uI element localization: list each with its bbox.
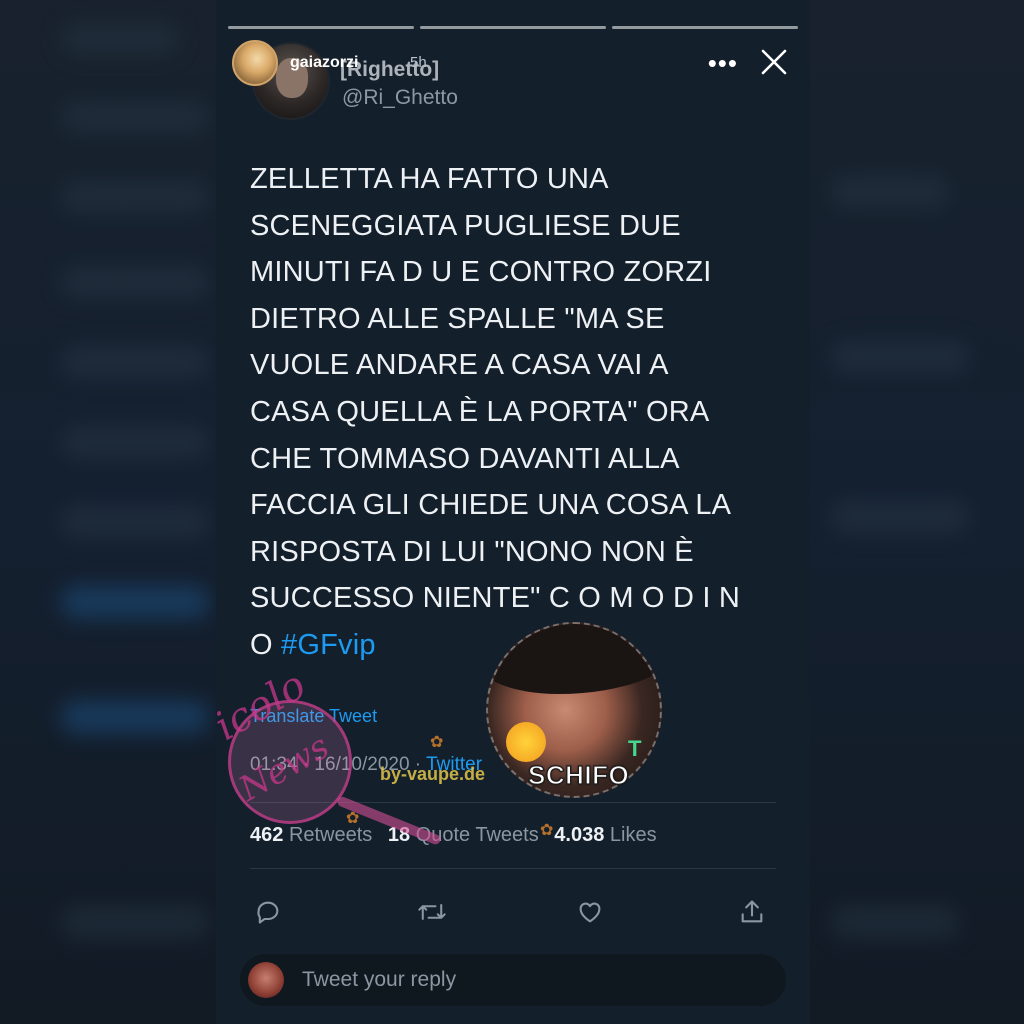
hashtag-link[interactable]: #GFvip — [281, 629, 376, 661]
blur-shape — [830, 500, 970, 534]
tweet-line: CHE TOMMASO DAVANTI ALLA — [250, 442, 680, 475]
blur-shape — [60, 700, 210, 734]
tweet-line: CASA QUELLA È LA PORTA" ORA — [250, 395, 710, 428]
tweet-line: DIETRO ALLE SPALLE "MA SE — [250, 302, 665, 335]
blur-shape — [830, 175, 950, 209]
blur-shape — [60, 265, 210, 299]
reply-placeholder[interactable]: Tweet your reply — [302, 968, 456, 992]
reply-input[interactable]: Tweet your reply — [240, 954, 786, 1006]
blur-shape — [830, 905, 960, 939]
tweet-line: SUCCESSO NIENTE" C O M O D I N — [250, 582, 741, 615]
sticker-watermark: by-vaupe.de — [380, 764, 486, 784]
likes-count[interactable]: 4.038 — [554, 824, 604, 846]
tweet-author-handle[interactable]: @Ri_Ghetto — [342, 86, 458, 110]
more-options-button[interactable]: ••• — [708, 48, 738, 79]
progress-segment — [228, 26, 414, 29]
reply-user-avatar — [248, 962, 284, 998]
blur-shape — [60, 905, 210, 939]
paw-icon: ✿ — [346, 810, 360, 827]
tweet-line: SCENEGGIATA PUGLIESE DUE — [250, 209, 681, 242]
blur-shape — [60, 345, 210, 379]
story-user-avatar[interactable] — [232, 40, 278, 86]
likes-label[interactable]: Likes — [610, 824, 657, 846]
blur-shape — [60, 22, 180, 56]
progress-segment — [612, 26, 798, 29]
retweets-count[interactable]: 462 — [250, 824, 283, 846]
blur-shape — [60, 505, 210, 539]
tweet-line: RISPOSTA DI LUI "NONO NON È — [250, 535, 694, 568]
divider — [250, 868, 776, 869]
paw-icon: ✿ — [430, 734, 444, 751]
story-time: 5h — [410, 54, 427, 71]
story-header: gaiazorzi 5h ••• — [232, 40, 796, 88]
heart-icon[interactable] — [572, 894, 608, 930]
tweet-line: O — [250, 628, 273, 661]
paw-icon: ✿ — [540, 822, 554, 839]
story-progress — [228, 26, 798, 29]
retweets-label[interactable]: Retweets — [289, 824, 372, 846]
blur-shape — [60, 180, 210, 214]
tweet-line: ZELLETTA HA FATTO UNA — [250, 163, 609, 195]
sticker-caption: SCHIFO — [527, 759, 630, 790]
share-icon[interactable] — [734, 894, 770, 930]
blur-shape — [60, 585, 210, 619]
reply-icon[interactable] — [250, 894, 286, 930]
tweet-line: FACCIA GLI CHIEDE UNA COSA LA — [250, 489, 732, 522]
tweet-stats: 462 Retweets 18 Quote Tweets 4.038 Likes — [250, 824, 657, 847]
progress-segment — [420, 26, 606, 29]
blur-shape — [60, 425, 210, 459]
story-username[interactable]: gaiazorzi — [290, 54, 358, 72]
tweet-text: ZELLETTA HA FATTO UNA SCENEGGIATA PUGLIE… — [250, 156, 770, 669]
tweet-line: VUOLE ANDARE A CASA VAI A — [250, 349, 669, 382]
retweet-icon[interactable] — [414, 894, 450, 930]
story-panel[interactable]: [Righetto] @Ri_Ghetto gaiazorzi 5h ••• Z… — [216, 0, 810, 1024]
blur-shape — [830, 340, 970, 374]
tweet-actions — [250, 894, 776, 930]
blur-shape — [60, 100, 210, 134]
channel-logo-icon: T — [628, 736, 642, 761]
close-icon[interactable] — [758, 46, 790, 78]
tweet-line: MINUTI FA D U E CONTRO ZORZI — [250, 256, 712, 289]
emoji-sticker-icon — [506, 722, 546, 762]
